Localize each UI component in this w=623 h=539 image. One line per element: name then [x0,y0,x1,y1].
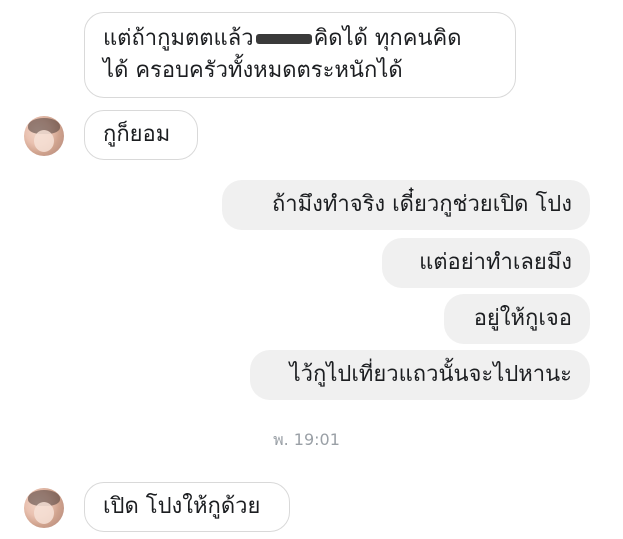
message-text: ได้ ครอบครัวทั้งหมดตระหนักได้ [103,58,403,83]
message-text: กูก็ยอม [103,122,171,147]
message-text: แต่ถ้ากูมตตแล้ว [103,26,254,51]
outgoing-message-bubble[interactable]: ไว้กูไปเที่ยวแถวนั้นจะไปหานะ [250,350,590,400]
incoming-message-bubble[interactable]: เปิด โปงให้กูด้วย [84,482,290,532]
redaction-bar [255,34,312,44]
message-timestamp: พ. 19:01 [273,430,340,449]
avatar[interactable] [24,488,64,528]
message-text: คิดได้ ทุกคนคิด [313,26,462,51]
incoming-message-bubble[interactable]: กูก็ยอม [84,110,198,160]
outgoing-message-bubble[interactable]: แต่อย่าทำเลยมึง [382,238,590,288]
message-line: แต่ถ้ากูมตตแล้ว คิดได้ ทุกคนคิด [103,23,497,55]
outgoing-message-bubble[interactable]: อยู่ให้กูเจอ [444,294,590,344]
incoming-message-bubble[interactable]: แต่ถ้ากูมตตแล้ว คิดได้ ทุกคนคิด ได้ ครอบค… [84,12,516,98]
message-text: แต่อย่าทำเลยมึง [419,250,572,275]
message-text: ไว้กูไปเที่ยวแถวนั้นจะไปหานะ [289,362,572,387]
outgoing-message-bubble[interactable]: ถ้ามึงทำจริง เดี๋ยวกูช่วยเปิด โปง [222,180,590,230]
message-text: อยู่ให้กูเจอ [473,306,572,331]
message-text: ถ้ามึงทำจริง เดี๋ยวกูช่วยเปิด โปง [271,192,572,217]
avatar[interactable] [24,116,64,156]
message-text: เปิด โปงให้กูด้วย [103,494,261,519]
message-line: ได้ ครอบครัวทั้งหมดตระหนักได้ [103,55,497,87]
